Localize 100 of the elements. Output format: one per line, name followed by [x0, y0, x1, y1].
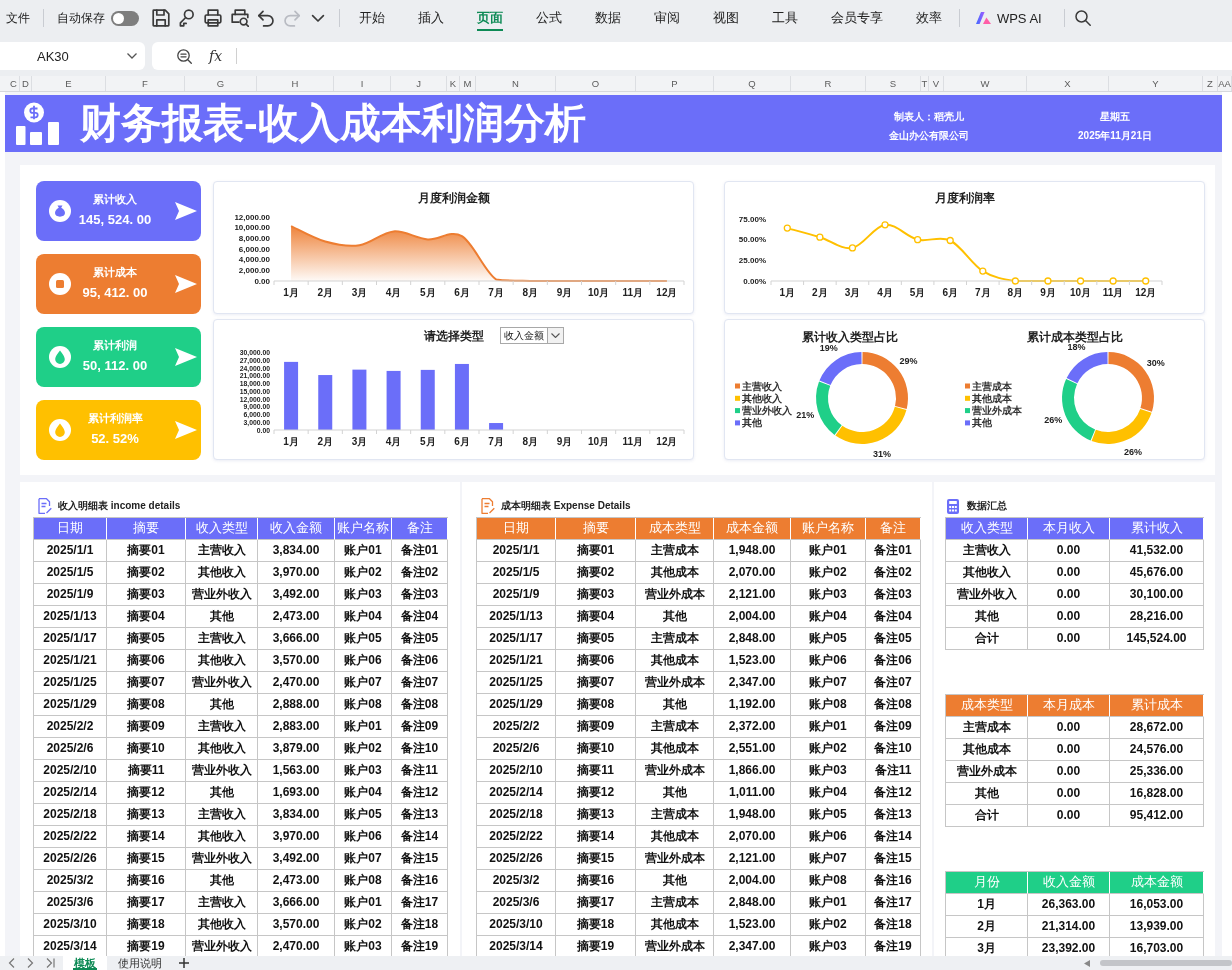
horizontal-scrollbar[interactable]	[1100, 960, 1232, 966]
table-cell: 账户02	[335, 738, 392, 760]
table-cell: 其他收入	[186, 562, 258, 584]
table-cell: 2025/1/17	[477, 628, 556, 650]
table-cell: 主营收入	[186, 804, 258, 826]
table-cell: 主营成本	[636, 540, 714, 562]
ribbon-tab[interactable]: 审阅	[637, 0, 697, 36]
table-cell: 营业外收入	[186, 760, 258, 782]
last-sheet-icon[interactable]	[46, 958, 55, 968]
key-icon[interactable]	[178, 9, 197, 27]
chart-title: 累计成本类型占比	[1027, 330, 1123, 344]
column-header[interactable]: F	[106, 76, 185, 91]
data-point	[1076, 277, 1085, 285]
column-header[interactable]: Z	[1203, 76, 1218, 91]
column-header[interactable]: V	[929, 76, 944, 91]
sheet-tab[interactable]: 模板	[63, 956, 107, 970]
table-cell: 16,053.00	[1110, 894, 1204, 916]
column-header[interactable]: Q	[714, 76, 791, 91]
column-header[interactable]: K	[447, 76, 460, 91]
plus-icon[interactable]	[179, 958, 189, 968]
ribbon-tab[interactable]: 会员专享	[814, 0, 900, 36]
ribbon-tab[interactable]: 工具	[755, 0, 815, 36]
table-cell: 2,473.00	[258, 870, 335, 892]
table-cell: 2,551.00	[714, 738, 791, 760]
table-cell: 备注16	[866, 870, 921, 892]
ribbon-tab[interactable]: 效率	[899, 0, 959, 36]
column-header[interactable]: S	[866, 76, 921, 91]
table-cell: 营业外收入	[186, 584, 258, 606]
column-header[interactable]: E	[32, 76, 106, 91]
column-header[interactable]: N	[476, 76, 556, 91]
type-select[interactable]: 收入金额	[499, 327, 564, 344]
data-point	[816, 233, 824, 241]
table-cell: 2025/2/14	[477, 782, 556, 804]
column-header[interactable]: D	[20, 76, 32, 91]
cell-reference-field[interactable]: AK30	[0, 42, 145, 70]
column-header[interactable]: J	[391, 76, 447, 91]
table-cell: 备注14	[866, 826, 921, 848]
table-cell: 摘要16	[107, 870, 186, 892]
table-cell: 2,883.00	[258, 716, 335, 738]
table-cell: 账户03	[791, 584, 866, 606]
table-cell: 主营收入	[186, 892, 258, 914]
table-cell: 合计	[946, 805, 1028, 827]
table-cell: 其他成本	[636, 826, 714, 848]
table-cell: 2,070.00	[714, 562, 791, 584]
search-icon[interactable]	[1074, 10, 1091, 26]
axis-label: 5月	[909, 287, 926, 298]
kpi-label: 累计收入	[93, 192, 137, 206]
data-label: 29%	[899, 356, 918, 367]
ribbon-tab[interactable]: 数据	[578, 0, 638, 36]
table-cell: 备注05	[866, 628, 921, 650]
autosave-toggle[interactable]	[111, 10, 139, 26]
print-icon[interactable]	[204, 9, 223, 27]
print-preview-icon[interactable]	[230, 9, 249, 27]
chevron-left-icon[interactable]	[8, 958, 15, 968]
column-header: 本月成本	[1028, 695, 1110, 717]
data-point	[1011, 277, 1020, 285]
column-header[interactable]: P	[636, 76, 714, 91]
company-label: 金山办公有限公司	[888, 130, 970, 142]
ribbon-tab[interactable]: 开始	[342, 0, 402, 36]
table-cell: 2025/2/18	[34, 804, 107, 826]
sheet-tab[interactable]: 使用说明	[107, 956, 173, 970]
column-header[interactable]: H	[257, 76, 334, 91]
data-label: 21%	[796, 409, 815, 420]
table-cell: 2025/1/1	[477, 540, 556, 562]
column-header[interactable]: G	[185, 76, 257, 91]
table-cell: 其他成本	[636, 562, 714, 584]
column-header[interactable]: I	[334, 76, 391, 91]
chart-title: 月度利润率	[934, 189, 995, 206]
column-header[interactable]: Y	[1109, 76, 1203, 91]
column-header[interactable]: C	[8, 76, 20, 91]
table-cell: 2月	[946, 916, 1028, 938]
column-header[interactable]: R	[791, 76, 866, 91]
scroll-left-icon[interactable]	[1084, 959, 1090, 967]
table-cell: 2,470.00	[258, 672, 335, 694]
magnifier-icon[interactable]	[177, 48, 192, 64]
table-cell: 摘要15	[556, 848, 636, 870]
drop-icon	[49, 419, 71, 441]
column-header[interactable]: O	[556, 76, 636, 91]
table-cell: 0.00	[1028, 628, 1110, 650]
table-cell: 备注17	[866, 892, 921, 914]
drop-icon	[49, 346, 71, 368]
file-menu[interactable]: 文件	[0, 6, 36, 30]
ai-button[interactable]: WPS AI	[975, 6, 1042, 30]
table-cell: 2025/3/6	[477, 892, 556, 914]
save-icon[interactable]	[152, 9, 170, 27]
table-cell: 0.00	[1028, 540, 1110, 562]
ribbon-tab[interactable]: 视图	[696, 0, 756, 36]
column-header[interactable]: AA	[1218, 76, 1232, 91]
function-button[interactable]: fx	[209, 48, 223, 64]
data-point	[946, 236, 954, 245]
ribbon-tab[interactable]: 插入	[401, 0, 461, 36]
table-cell: 营业外收入	[186, 672, 258, 694]
column-header[interactable]: W	[944, 76, 1027, 91]
column-header[interactable]: T	[921, 76, 929, 91]
chevron-right-icon[interactable]	[27, 958, 34, 968]
undo-icon[interactable]	[256, 9, 275, 27]
column-header[interactable]: X	[1027, 76, 1109, 91]
column-header[interactable]: M	[460, 76, 476, 91]
ribbon-tab[interactable]: 公式	[519, 0, 579, 36]
legend-label: 营业外成本	[972, 405, 1022, 417]
